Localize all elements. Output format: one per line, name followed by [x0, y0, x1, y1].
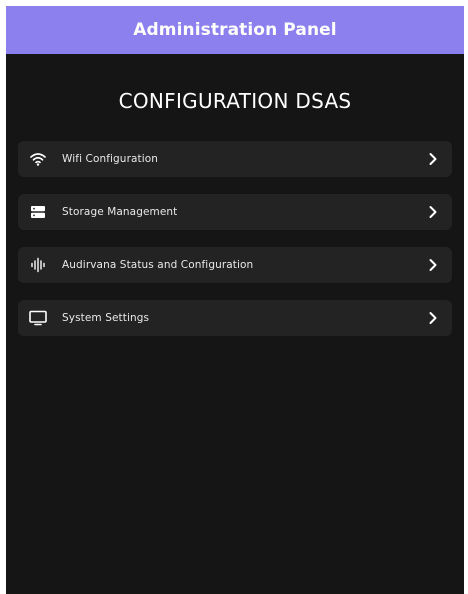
menu-item-system-settings[interactable]: System Settings — [18, 300, 452, 336]
menu-item-label: System Settings — [62, 312, 150, 324]
chevron-right-icon — [426, 152, 440, 166]
menu-item-label: Storage Management — [62, 206, 178, 218]
header-title: Administration Panel — [133, 20, 337, 40]
header-bar: Administration Panel — [6, 6, 464, 54]
chevron-right-icon — [426, 311, 440, 325]
menu-list: Wifi Configuration Storage Management Au… — [18, 141, 452, 336]
monitor-icon — [29, 309, 47, 327]
audio-waveform-icon — [29, 256, 47, 274]
menu-item-label: Wifi Configuration — [62, 153, 159, 165]
menu-item-label: Audirvana Status and Configuration — [62, 259, 254, 271]
main-content: CONFIGURATION DSAS Wifi Configuration St… — [6, 89, 464, 336]
menu-item-wifi-configuration[interactable]: Wifi Configuration — [18, 141, 452, 177]
app-window: Administration Panel CONFIGURATION DSAS … — [6, 6, 464, 594]
chevron-right-icon — [426, 258, 440, 272]
menu-item-audirvana-status[interactable]: Audirvana Status and Configuration — [18, 247, 452, 283]
page-title: CONFIGURATION DSAS — [118, 89, 352, 113]
chevron-right-icon — [426, 205, 440, 219]
menu-item-storage-management[interactable]: Storage Management — [18, 194, 452, 230]
storage-icon — [29, 203, 47, 221]
wifi-icon — [29, 150, 47, 168]
